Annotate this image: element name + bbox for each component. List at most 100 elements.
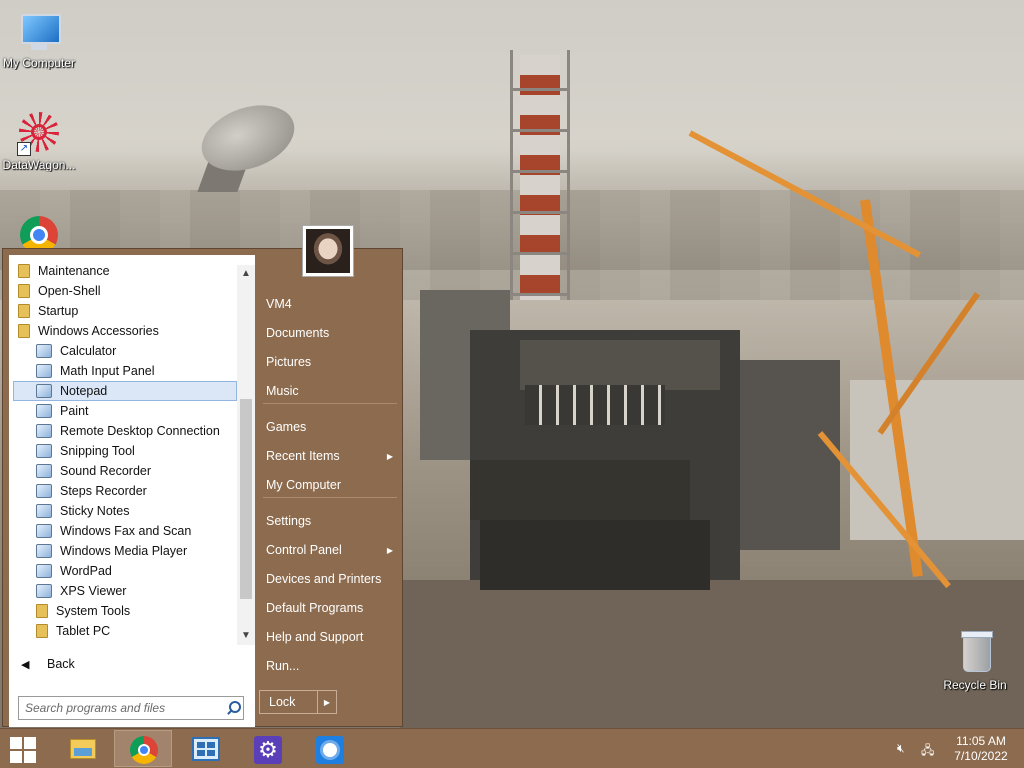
media-player-icon — [36, 544, 52, 558]
start-button[interactable] — [8, 735, 38, 763]
start-menu-item[interactable]: Pictures — [259, 351, 399, 373]
search-input[interactable] — [19, 700, 223, 716]
program-item[interactable]: Tablet PC — [13, 621, 237, 641]
program-item-label: Windows Media Player — [60, 544, 188, 558]
folder-icon — [18, 304, 30, 318]
volume-muted-icon[interactable]: 🔇︎ — [897, 741, 913, 757]
start-menu-item[interactable]: Devices and Printers — [259, 568, 399, 590]
program-item[interactable]: Sound Recorder — [13, 461, 237, 481]
wallpaper-reactor-roof — [520, 340, 720, 390]
wallpaper-reactor-ribs — [525, 385, 665, 425]
program-list-scrollbar[interactable]: ▲ ▼ — [237, 265, 255, 645]
wallpaper-reactor-step — [470, 460, 690, 520]
start-menu-item-label: Music — [266, 384, 299, 398]
program-item[interactable]: Startup — [13, 301, 237, 321]
program-item[interactable]: Snipping Tool — [13, 441, 237, 461]
remote-desktop-icon — [36, 424, 52, 438]
start-menu-item-label: Games — [266, 420, 307, 434]
desktop-icon-datawagon[interactable]: ↗ DataWagon... — [0, 112, 78, 172]
start-menu-item[interactable]: Settings — [259, 510, 399, 532]
start-menu-item-label: Help and Support — [266, 630, 364, 644]
taskbar-clock[interactable]: 11:05 AM 7/10/2022 — [948, 734, 1014, 764]
chrome-icon — [130, 736, 158, 764]
program-item-label: Paint — [60, 404, 89, 418]
computer-icon — [17, 10, 61, 54]
program-item-label: Steps Recorder — [60, 484, 147, 498]
program-item[interactable]: Windows Fax and Scan — [13, 521, 237, 541]
start-menu-item[interactable]: My Computer — [259, 474, 399, 496]
back-label: Back — [47, 657, 75, 671]
program-item[interactable]: Notepad — [13, 381, 237, 401]
taskbar-chrome[interactable] — [114, 730, 172, 767]
program-item[interactable]: Sticky Notes — [13, 501, 237, 521]
scroll-down-button[interactable]: ▼ — [237, 627, 255, 645]
taskbar-brightness[interactable] — [300, 730, 358, 767]
program-item-label: Snipping Tool — [60, 444, 135, 458]
program-item[interactable]: Open-Shell — [13, 281, 237, 301]
folder-icon — [18, 264, 30, 278]
start-menu-item[interactable]: Help and Support — [259, 626, 399, 648]
steps-recorder-icon — [36, 484, 52, 498]
desktop-icon-my-computer[interactable]: My Computer — [0, 10, 78, 70]
start-menu-item[interactable]: Music — [259, 380, 399, 402]
program-item[interactable]: Paint — [13, 401, 237, 421]
file-explorer-icon — [70, 739, 96, 759]
program-item[interactable]: System Tools — [13, 601, 237, 621]
brightness-icon — [316, 736, 344, 764]
start-menu-item[interactable]: Default Programs — [259, 597, 399, 619]
taskbar-settings[interactable]: ⚙ — [238, 730, 296, 767]
start-menu-item-label: Control Panel — [266, 543, 342, 557]
microphone-icon — [36, 464, 52, 478]
program-item-label: Sound Recorder — [60, 464, 152, 478]
network-icon[interactable]: 🖧︎ — [921, 741, 937, 757]
back-button[interactable]: ◀ Back — [13, 653, 233, 675]
lock-button[interactable]: Lock ▶ — [259, 690, 337, 714]
submenu-arrow-icon: ▶ — [386, 545, 393, 555]
program-item[interactable]: Windows Media Player — [13, 541, 237, 561]
desktop-icon-recycle-bin[interactable]: Recycle Bin — [936, 631, 1014, 692]
program-item[interactable]: Steps Recorder — [13, 481, 237, 501]
program-item-label: Windows Fax and Scan — [60, 524, 192, 538]
program-item-label: System Tools — [56, 604, 131, 618]
start-menu-item[interactable]: Documents — [259, 322, 399, 344]
program-item[interactable]: Windows Accessories — [13, 321, 237, 341]
start-menu-item[interactable]: Games — [259, 416, 399, 438]
program-item-label: Startup — [38, 304, 79, 318]
search-box[interactable] — [18, 696, 244, 720]
desktop-icon-label: Recycle Bin — [943, 678, 1007, 692]
program-list: Maintenance Open-Shell Startup Windows Acce… — [9, 255, 237, 645]
user-picture[interactable] — [302, 225, 354, 277]
scroll-thumb[interactable] — [240, 399, 252, 599]
start-menu-item[interactable]: Recent Items ▶ — [259, 445, 399, 467]
recycle-bin-icon — [953, 631, 997, 676]
wallpaper-ground — [400, 580, 1024, 730]
program-item[interactable]: WordPad — [13, 561, 237, 581]
program-item[interactable]: Maintenance — [13, 261, 237, 281]
start-menu-item[interactable]: Control Panel ▶ — [259, 539, 399, 561]
menu-separator — [263, 403, 397, 404]
desktop-icon-label: My Computer — [2, 56, 76, 70]
paint-icon — [36, 404, 52, 418]
settings-gear-icon: ⚙ — [254, 736, 282, 764]
taskbar-file-explorer[interactable] — [52, 730, 110, 767]
snipping-tool-icon — [36, 444, 52, 458]
program-item[interactable]: Math Input Panel — [13, 361, 237, 381]
search-icon[interactable] — [223, 698, 243, 718]
start-menu-item[interactable]: Run... — [259, 655, 399, 677]
start-menu-item-label: Documents — [266, 326, 330, 340]
program-item-label: WordPad — [60, 564, 112, 578]
start-menu-item[interactable]: VM4 — [259, 293, 399, 315]
datawagon-icon: ↗ — [17, 112, 61, 156]
start-menu-item-label: Pictures — [266, 355, 312, 369]
clock-date: 7/10/2022 — [954, 749, 1008, 763]
program-item[interactable]: XPS Viewer — [13, 581, 237, 601]
control-panel-icon — [192, 737, 220, 761]
lock-options-arrow-icon[interactable]: ▶ — [317, 691, 336, 713]
program-item[interactable]: Remote Desktop Connection — [13, 421, 237, 441]
taskbar-control-panel[interactable] — [176, 730, 234, 767]
wallpaper-chimney-frame — [510, 50, 570, 300]
calculator-icon — [36, 344, 52, 358]
program-item[interactable]: Calculator — [13, 341, 237, 361]
folder-icon — [18, 324, 30, 338]
scroll-up-button[interactable]: ▲ — [237, 265, 255, 283]
